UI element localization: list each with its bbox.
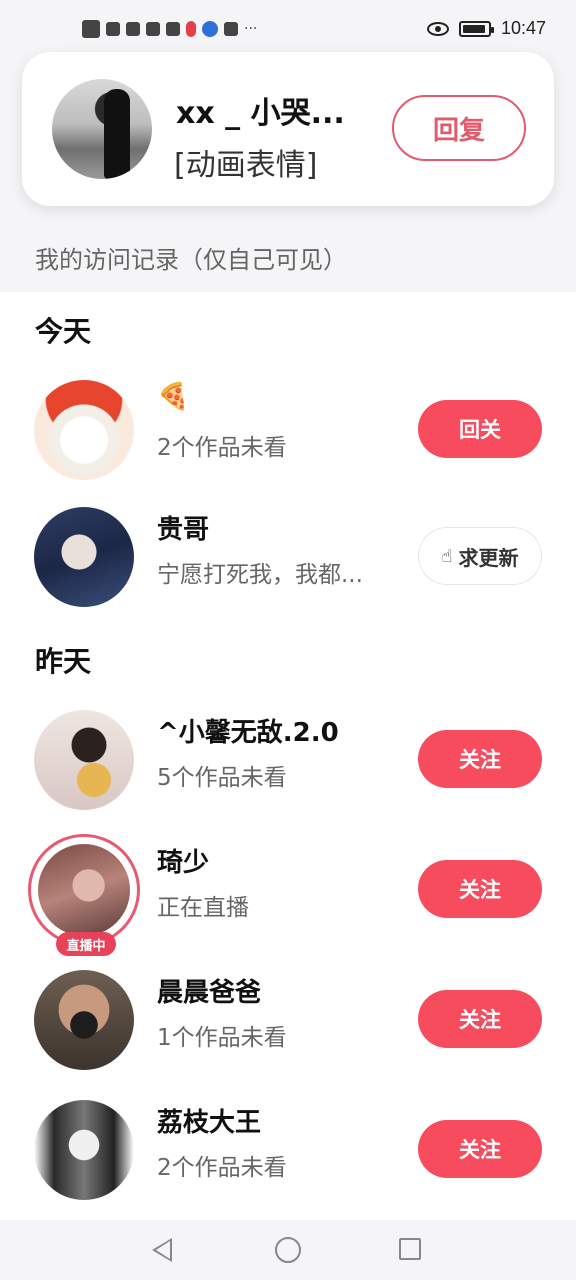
hd-icon <box>82 20 100 38</box>
avatar[interactable] <box>52 79 152 179</box>
visit-record-label: 我的访问记录（仅自己可见） <box>35 246 347 274</box>
follow-button[interactable]: 关注 <box>418 860 542 918</box>
user-subtitle: 5个作品未看 <box>157 765 287 791</box>
notification-icon <box>166 22 180 36</box>
list-item[interactable]: 直播中 琦少 正在直播 关注 <box>0 830 576 956</box>
user-name: 🍕 <box>157 382 190 412</box>
more-indicator: ··· <box>244 21 258 37</box>
section-today: 今天 <box>35 315 92 348</box>
list-item[interactable]: 荔枝大王 2个作品未看 关注 <box>0 1090 576 1210</box>
home-icon[interactable] <box>275 1237 301 1263</box>
list-item[interactable]: 晨晨爸爸 1个作品未看 关注 <box>0 960 576 1080</box>
status-icons-right: 10:47 <box>426 18 546 39</box>
follow-button[interactable]: 关注 <box>418 990 542 1048</box>
baidu-icon <box>202 21 218 37</box>
user-name: 琦少 <box>157 848 210 878</box>
request-update-label: 求更新 <box>458 545 519 570</box>
app-icon <box>186 21 196 37</box>
user-subtitle: 正在直播 <box>157 895 249 921</box>
user-subtitle: 1个作品未看 <box>157 1025 287 1051</box>
list-item[interactable]: ^小馨无敌.2.0 5个作品未看 关注 <box>0 700 576 820</box>
avatar[interactable] <box>34 970 134 1070</box>
user-name: ^小馨无敌.2.0 <box>157 718 339 748</box>
list-item[interactable]: 🍕 2个作品未看 回关 <box>0 370 576 490</box>
notification-icon-2 <box>224 22 238 36</box>
avatar[interactable] <box>34 1100 134 1200</box>
hand-pointer-icon: ☝ <box>441 545 453 567</box>
message-preview: [动画表情] <box>174 148 318 183</box>
list-item[interactable]: 贵哥 宁愿打死我，我都... ☝ 求更新 <box>0 497 576 617</box>
message-notification-card[interactable]: xx _ 小哭... [动画表情] 回复 <box>22 52 554 206</box>
user-subtitle: 宁愿打死我，我都... <box>157 562 363 588</box>
user-subtitle: 2个作品未看 <box>157 435 287 461</box>
eye-icon <box>426 21 449 36</box>
follow-back-button[interactable]: 回关 <box>418 400 542 458</box>
request-update-button[interactable]: ☝ 求更新 <box>418 527 542 585</box>
avatar[interactable] <box>38 844 130 936</box>
avatar[interactable] <box>34 380 134 480</box>
user-subtitle: 2个作品未看 <box>157 1155 287 1181</box>
reply-button[interactable]: 回复 <box>392 95 526 161</box>
wifi-icon <box>126 22 140 36</box>
user-name: 贵哥 <box>157 515 210 545</box>
signal-icon <box>106 22 120 36</box>
user-name: 晨晨爸爸 <box>157 978 262 1008</box>
follow-button[interactable]: 关注 <box>418 730 542 788</box>
follow-button[interactable]: 关注 <box>418 1120 542 1178</box>
page: ··· 10:47 xx _ 小哭... [动画表情] 回复 我的访问记录（仅自… <box>0 0 576 1280</box>
live-badge: 直播中 <box>56 932 116 956</box>
avatar[interactable] <box>34 710 134 810</box>
user-name: 荔枝大王 <box>157 1108 262 1138</box>
recent-apps-icon[interactable] <box>399 1238 421 1260</box>
navigation-bar <box>0 1220 576 1280</box>
sender-name: xx _ 小哭... <box>176 96 345 131</box>
back-icon[interactable] <box>152 1238 172 1262</box>
status-icons-left: ··· <box>82 20 257 38</box>
avatar[interactable] <box>34 507 134 607</box>
video-icon <box>146 22 160 36</box>
section-yesterday: 昨天 <box>35 645 92 678</box>
status-time: 10:47 <box>500 18 546 38</box>
battery-icon <box>458 20 494 37</box>
